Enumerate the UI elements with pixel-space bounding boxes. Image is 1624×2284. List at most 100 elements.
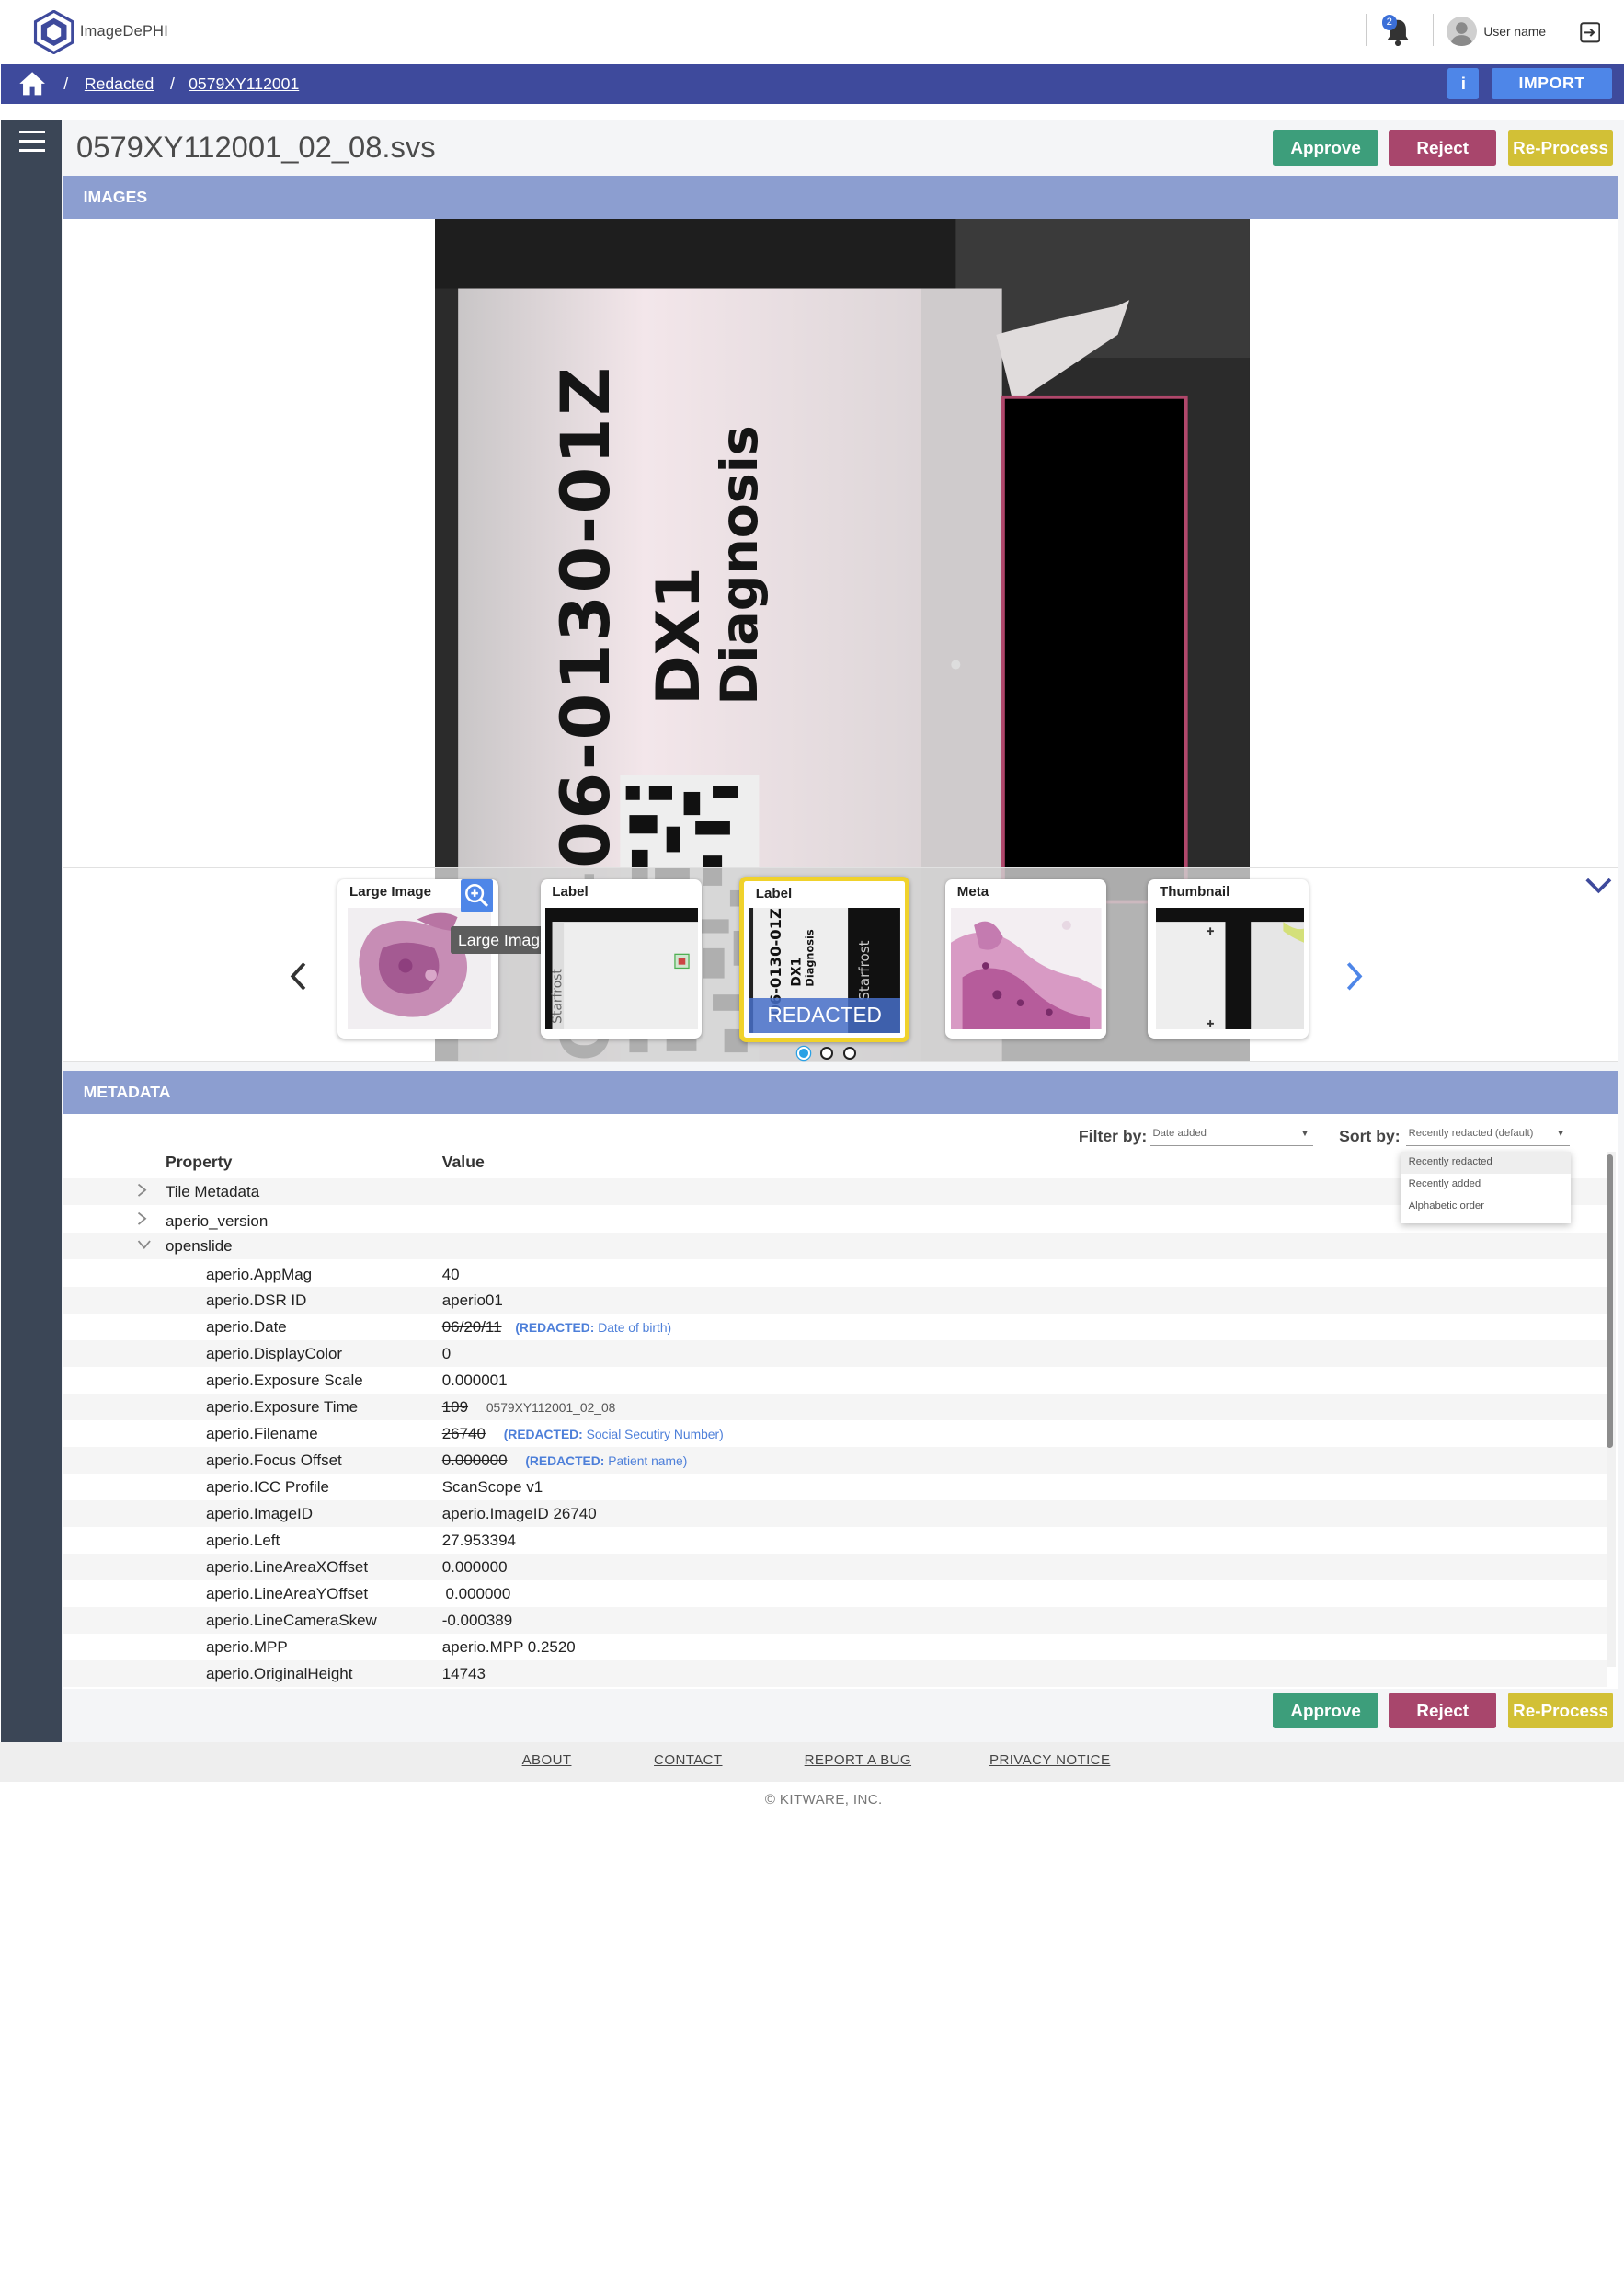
reprocess-button[interactable]: Re-Process (1507, 1692, 1614, 1728)
reject-button[interactable]: Reject (1389, 1692, 1497, 1728)
reject-button[interactable]: Reject (1389, 129, 1497, 166)
column-header-property[interactable]: Property (166, 1153, 232, 1172)
thumb-label-dx: DX1 (790, 957, 805, 986)
chevron-left-icon[interactable] (287, 961, 310, 992)
row-property: aperio.AppMag (206, 1265, 313, 1283)
app-name: ImageDePHI (79, 23, 168, 40)
table-row[interactable]: aperio.AppMag 40 (63, 1261, 1607, 1288)
top-header: ImageDePHI 2 User name (0, 0, 1624, 65)
table-row[interactable]: aperio.DSR ID aperio01 (62, 1287, 1607, 1314)
breadcrumb-link-folder[interactable]: 0579XY112001 (189, 75, 299, 94)
column-header-value[interactable]: Value (442, 1153, 485, 1172)
thumbnail-card-thumbnail[interactable]: Thumbnail (1148, 879, 1309, 1039)
scrollbar-thumb[interactable] (1606, 1153, 1614, 1449)
table-row[interactable]: aperio.Exposure Time 109 0579XY112001_02… (62, 1394, 1607, 1421)
group-row-openslide[interactable]: openslide (62, 1233, 1607, 1260)
sort-option-alphabetic[interactable]: Alphabetic order (1401, 1196, 1571, 1218)
menu-icon[interactable] (19, 131, 46, 152)
label-brand-text: Starfrost (550, 968, 565, 1023)
row-property: aperio.ImageID (206, 1505, 314, 1523)
images-section-header[interactable]: IMAGES (62, 176, 1618, 219)
sort-option-recently-added[interactable]: Recently added (1401, 1174, 1571, 1196)
redaction-box[interactable] (1001, 395, 1188, 904)
carousel-dot[interactable] (843, 1046, 857, 1060)
thumbnail-card-meta[interactable]: Meta (945, 879, 1107, 1039)
info-button[interactable]: i (1447, 68, 1480, 100)
reprocess-button[interactable]: Re-Process (1507, 129, 1614, 166)
card-title: Meta (956, 884, 989, 901)
chevron-right-icon[interactable] (1343, 961, 1366, 992)
row-property: aperio.Focus Offset (206, 1452, 342, 1470)
row-value: -0.000389 (441, 1611, 513, 1629)
card-thumbnail (1156, 907, 1305, 1029)
import-button[interactable]: IMPORT (1492, 68, 1613, 100)
app-logo-icon[interactable] (33, 10, 74, 55)
row-property: aperio.Date (206, 1318, 287, 1337)
row-property: aperio.LineAreaXOffset (206, 1557, 369, 1576)
table-row[interactable]: aperio.LineAreaXOffset 0.000000 (62, 1553, 1607, 1580)
row-value: 0.000000 (441, 1557, 508, 1576)
filter-select[interactable]: Date added ▼ (1149, 1125, 1314, 1146)
group-row-tile-metadata[interactable]: Tile Metadata (62, 1178, 1607, 1206)
footer-link-about[interactable]: ABOUT (522, 1752, 572, 1768)
row-value: ScanScope v1 (441, 1478, 543, 1497)
logout-icon[interactable] (1580, 22, 1601, 43)
table-row[interactable]: aperio.ImageID aperio.ImageID 26740 (62, 1500, 1607, 1527)
home-icon[interactable] (18, 71, 46, 97)
approve-button[interactable]: Approve (1273, 129, 1378, 166)
row-value: aperio.MPP 0.2520 (441, 1637, 576, 1656)
row-value: aperio.ImageID 26740 (441, 1505, 597, 1523)
footer-link-privacy[interactable]: PRIVACY NOTICE (989, 1752, 1110, 1768)
chevron-down-icon[interactable] (136, 1236, 153, 1253)
redacted-original-value: 06/20/11 (441, 1318, 502, 1337)
table-row[interactable]: aperio.ICC Profile ScanScope v1 (63, 1474, 1607, 1500)
row-property: aperio.Exposure Time (206, 1398, 359, 1417)
table-row[interactable]: aperio.DisplayColor 0 (62, 1340, 1607, 1368)
group-row-aperio-version[interactable]: aperio_version (63, 1208, 1607, 1234)
avatar[interactable] (1447, 16, 1477, 47)
redaction-reason: Patient name) (608, 1453, 688, 1469)
row-property: aperio.DSR ID (206, 1291, 307, 1310)
redaction-note[interactable]: (REDACTED: Patient name) (525, 1453, 687, 1468)
zoom-in-button[interactable] (460, 879, 494, 912)
redaction-reason: Social Secutiry Number) (586, 1427, 724, 1442)
card-thumbnail: Starfrost (544, 907, 698, 1029)
carousel-dot[interactable] (820, 1046, 834, 1060)
row-value-cell: 26740 (REDACTED: Social Secutiry Number) (442, 1425, 724, 1443)
sort-dropdown-menu: Recently redacted Recently added Alphabe… (1400, 1152, 1571, 1224)
sort-option-recently-redacted[interactable]: Recently redacted (1400, 1152, 1571, 1175)
thumbnail-card-label[interactable]: Label Starfrost (540, 879, 702, 1039)
table-row[interactable]: aperio.Filename 26740 (REDACTED: Social … (63, 1420, 1607, 1447)
breadcrumb-bar: / Redacted / 0579XY112001 i IMPORT (1, 64, 1624, 105)
chevron-right-icon[interactable] (136, 1182, 148, 1199)
sort-select[interactable]: Recently redacted (default) ▼ (1406, 1125, 1570, 1146)
chevron-right-icon[interactable] (136, 1211, 148, 1227)
footer-link-contact[interactable]: CONTACT (654, 1752, 722, 1768)
table-row[interactable]: aperio.MPP aperio.MPP 0.2520 (63, 1634, 1607, 1660)
approve-button[interactable]: Approve (1273, 1692, 1378, 1728)
redaction-note[interactable]: (REDACTED: Date of birth) (515, 1320, 671, 1335)
page-title: 0579XY112001_02_08.svs (76, 129, 436, 164)
redaction-note[interactable]: (REDACTED: Social Secutiry Number) (504, 1427, 724, 1441)
table-row[interactable]: aperio.Focus Offset 0.000000 (REDACTED: … (62, 1447, 1607, 1475)
metadata-section-header[interactable]: METADATA (62, 1071, 1618, 1114)
table-row[interactable]: aperio.LineCameraSkew -0.000389 (62, 1606, 1607, 1634)
card-title: Large Image (349, 884, 431, 901)
footer-link-report-bug[interactable]: REPORT A BUG (805, 1752, 911, 1768)
table-row[interactable]: aperio.Left 27.953394 (63, 1527, 1607, 1554)
table-row[interactable]: aperio.OriginalHeight 14743 (62, 1659, 1607, 1687)
card-title: Label (552, 884, 589, 901)
table-row[interactable]: aperio.LineAreaYOffset 0.000000 (63, 1580, 1607, 1607)
breadcrumb-link-redacted[interactable]: Redacted (85, 75, 154, 94)
viewer-label-diagnosis: Diagnosis (711, 425, 770, 705)
collapse-chevron-icon[interactable] (1584, 875, 1614, 896)
user-name[interactable]: User name (1483, 24, 1546, 39)
breadcrumb-separator: / (169, 74, 175, 93)
table-row[interactable]: aperio.Exposure Scale 0.000001 (63, 1367, 1607, 1394)
table-row[interactable]: aperio.Date 06/20/11 (REDACTED: Date of … (63, 1314, 1607, 1340)
thumbnail-card-label-redacted[interactable]: Label -06-0130-01Z DX1 Diagnosis Starfro… (739, 876, 910, 1042)
row-value: aperio01 (441, 1291, 503, 1310)
sidebar (1, 119, 62, 1743)
carousel-dot[interactable] (797, 1046, 810, 1060)
caret-down-icon: ▼ (1556, 1129, 1565, 1139)
